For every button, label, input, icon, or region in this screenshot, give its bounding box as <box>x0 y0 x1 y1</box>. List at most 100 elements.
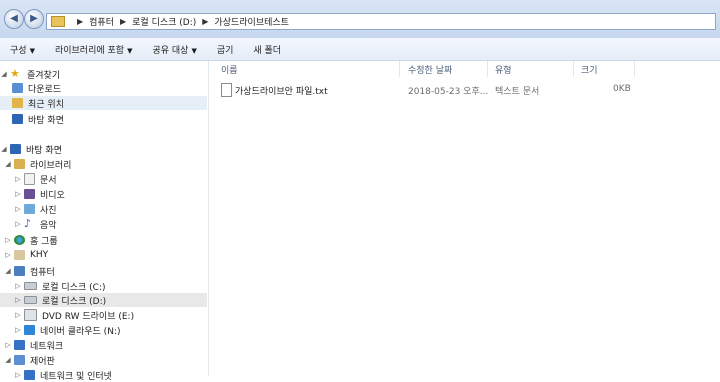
window-titlebar: ◀ ▶ ▶ 컴퓨터 ▶ 로컬 디스크 (D:) ▶ 가상드라이브테스트 <box>0 0 720 39</box>
sidebar-label: 즐겨찾기 <box>27 70 61 81</box>
sidebar-label: 로컬 디스크 (C:) <box>42 282 106 293</box>
expander-closed-icon[interactable]: ▷ <box>14 282 22 290</box>
dropdown-arrow-icon: ▼ <box>191 46 197 55</box>
file-size: 0KB <box>613 84 631 94</box>
sidebar-item-recent[interactable]: 최근 위치 <box>0 96 207 110</box>
expander-closed-icon[interactable]: ▷ <box>14 326 22 334</box>
organize-label: 구성 <box>10 45 27 56</box>
column-divider[interactable] <box>573 61 574 77</box>
expander-closed-icon[interactable]: ▷ <box>14 190 22 198</box>
sidebar-label: 홈 그룹 <box>30 236 58 247</box>
expander-closed-icon[interactable]: ▷ <box>14 175 22 183</box>
sidebar-label: 바탕 화면 <box>28 115 64 126</box>
sidebar-item-homegroup[interactable]: ▷ 홈 그룹 <box>4 233 58 247</box>
expander-open-icon[interactable]: ◢ <box>0 70 8 78</box>
sidebar-item-libraries[interactable]: ◢ 라이브러리 <box>4 157 71 171</box>
sidebar-item-videos[interactable]: ▷ 비디오 <box>14 187 65 201</box>
sidebar-label: 문서 <box>40 175 57 186</box>
file-list-pane: 이름 수정한 날짜 유형 크기 가상드라이브안 파일.txt 2018-05-2… <box>209 61 720 376</box>
sidebar-item-user[interactable]: ▷ KHY <box>4 248 48 262</box>
column-header-modified[interactable]: 수정한 날짜 <box>408 63 452 77</box>
command-toolbar: 구성 ▼ 라이브러리에 포함 ▼ 공유 대상 ▼ 굽기 새 폴더 <box>0 38 720 61</box>
file-row[interactable]: 가상드라이브안 파일.txt 2018-05-23 오후... 텍스트 문서 0… <box>221 83 641 97</box>
homegroup-icon <box>14 235 25 245</box>
cloud-drive-icon <box>24 325 35 335</box>
video-icon <box>24 189 35 199</box>
column-divider[interactable] <box>487 61 488 77</box>
sidebar-item-pictures[interactable]: ▷ 사진 <box>14 202 57 216</box>
sidebar-item-control-panel[interactable]: ◢ 제어판 <box>4 353 55 367</box>
column-divider[interactable] <box>634 61 635 77</box>
include-library-button[interactable]: 라이브러리에 포함 ▼ <box>45 43 143 56</box>
recent-places-icon <box>12 98 23 108</box>
chevron-right-icon[interactable]: ▶ <box>202 17 208 26</box>
desktop-icon <box>12 114 23 124</box>
back-arrow-icon: ◀ <box>10 13 18 24</box>
sidebar-item-network[interactable]: ▷ 네트워크 <box>4 338 63 352</box>
user-folder-icon <box>14 250 25 260</box>
sidebar-label: 네트워크 및 인터넷 <box>40 371 112 382</box>
expander-open-icon[interactable]: ◢ <box>4 267 12 275</box>
breadcrumb-computer[interactable]: 컴퓨터 <box>89 15 114 28</box>
expander-open-icon[interactable]: ◢ <box>4 356 12 364</box>
forward-button[interactable]: ▶ <box>24 9 44 29</box>
expander-closed-icon[interactable]: ▷ <box>14 296 22 304</box>
dropdown-arrow-icon: ▼ <box>127 46 133 55</box>
chevron-right-icon[interactable]: ▶ <box>120 17 126 26</box>
sidebar-item-computer[interactable]: ◢ 컴퓨터 <box>4 264 55 278</box>
column-divider[interactable] <box>399 61 400 77</box>
sidebar-label: 다운로드 <box>28 84 62 95</box>
sidebar-item-drive-c[interactable]: ▷ 로컬 디스크 (C:) <box>14 279 105 293</box>
sidebar-label: KHY <box>30 250 49 260</box>
share-with-button[interactable]: 공유 대상 ▼ <box>142 43 206 56</box>
new-folder-button[interactable]: 새 폴더 <box>243 43 291 56</box>
expander-closed-icon[interactable]: ▷ <box>14 220 22 228</box>
sidebar-label: 제어판 <box>30 356 55 367</box>
expander-closed-icon[interactable]: ▷ <box>4 341 12 349</box>
column-header-name[interactable]: 이름 <box>221 63 238 77</box>
sidebar-item-favorites[interactable]: ◢ ★ 즐겨찾기 <box>0 67 60 81</box>
expander-closed-icon[interactable]: ▷ <box>14 311 22 319</box>
breadcrumb-current-folder[interactable]: 가상드라이브테스트 <box>214 15 289 28</box>
sidebar-item-drive-d[interactable]: ▷ 로컬 디스크 (D:) <box>0 293 207 307</box>
hard-drive-icon <box>24 296 37 304</box>
address-bar[interactable]: ▶ 컴퓨터 ▶ 로컬 디스크 (D:) ▶ 가상드라이브테스트 <box>46 13 716 30</box>
sidebar-label: 컴퓨터 <box>30 267 55 278</box>
sidebar-item-network-internet[interactable]: ▷ 네트워크 및 인터넷 <box>14 368 112 382</box>
sidebar-label: 사진 <box>40 205 57 216</box>
expander-closed-icon[interactable]: ▷ <box>14 205 22 213</box>
sidebar-item-documents[interactable]: ▷ 문서 <box>14 172 57 186</box>
expander-closed-icon[interactable]: ▷ <box>4 251 12 259</box>
expander-closed-icon[interactable]: ▷ <box>14 371 22 379</box>
music-note-icon: ♪ <box>24 217 32 230</box>
file-modified: 2018-05-23 오후... <box>408 87 489 97</box>
back-button[interactable]: ◀ <box>4 9 24 29</box>
expander-open-icon[interactable]: ◢ <box>0 145 8 153</box>
share-with-label: 공유 대상 <box>152 45 189 56</box>
burn-button[interactable]: 굽기 <box>207 43 244 56</box>
organize-button[interactable]: 구성 ▼ <box>0 43 45 56</box>
sidebar-item-drive-e[interactable]: ▷ DVD RW 드라이브 (E:) <box>14 308 134 322</box>
sidebar-item-desktop[interactable]: ◢ 바탕 화면 <box>0 142 62 156</box>
control-panel-icon <box>14 355 25 365</box>
expander-open-icon[interactable]: ◢ <box>4 160 12 168</box>
sidebar-label: 최근 위치 <box>28 99 64 110</box>
sidebar-item-desktop-favorite[interactable]: 바탕 화면 <box>12 112 64 126</box>
sidebar-label: 바탕 화면 <box>26 145 62 156</box>
sidebar-label: 음악 <box>40 220 57 231</box>
sidebar-item-drive-n[interactable]: ▷ 네이버 클라우드 (N:) <box>14 323 120 337</box>
expander-closed-icon[interactable]: ▷ <box>4 236 12 244</box>
breadcrumb-drive-d[interactable]: 로컬 디스크 (D:) <box>132 15 196 28</box>
burn-label: 굽기 <box>216 45 234 56</box>
new-folder-label: 새 폴더 <box>253 45 282 56</box>
network-icon <box>14 340 25 350</box>
sidebar-label: 라이브러리 <box>30 160 72 171</box>
sidebar-item-downloads[interactable]: 다운로드 <box>12 81 61 95</box>
column-header-type[interactable]: 유형 <box>495 63 512 77</box>
sidebar-item-music[interactable]: ▷ ♪ 음악 <box>14 217 57 231</box>
documents-icon <box>24 173 35 185</box>
dropdown-arrow-icon: ▼ <box>29 46 35 55</box>
column-header-size[interactable]: 크기 <box>581 63 598 77</box>
chevron-right-icon[interactable]: ▶ <box>77 17 83 26</box>
star-icon: ★ <box>10 67 20 80</box>
